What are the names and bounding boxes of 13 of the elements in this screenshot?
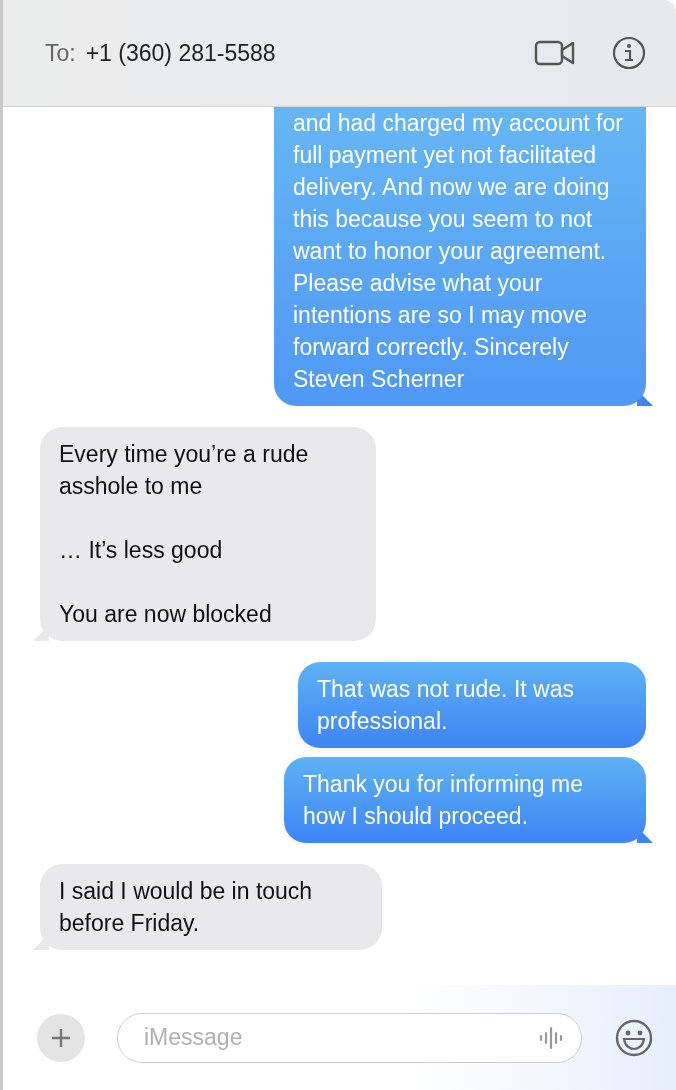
recipient-number[interactable]: +1 (360) 281-5588 <box>85 39 276 67</box>
audio-waveform-icon[interactable] <box>538 1024 564 1051</box>
received-message-bubble: Every time you’re a rude asshole to me … It’s less good You are now blocked <box>40 427 376 641</box>
emoji-icon[interactable] <box>614 1017 654 1058</box>
sent-message-bubble: Thank you for informing me how I should proceed. <box>284 757 646 843</box>
received-message-bubble: I said I would be in touch before Friday. <box>40 864 382 950</box>
info-icon[interactable] <box>612 36 646 70</box>
add-button[interactable] <box>37 1013 85 1062</box>
plus-icon <box>50 1026 72 1049</box>
sent-message-bubble: That was not rude. It was professional. <box>298 662 646 748</box>
message-input-field[interactable]: iMessage <box>117 1012 582 1063</box>
video-call-icon[interactable] <box>534 39 576 67</box>
to-label: To: <box>45 39 76 67</box>
